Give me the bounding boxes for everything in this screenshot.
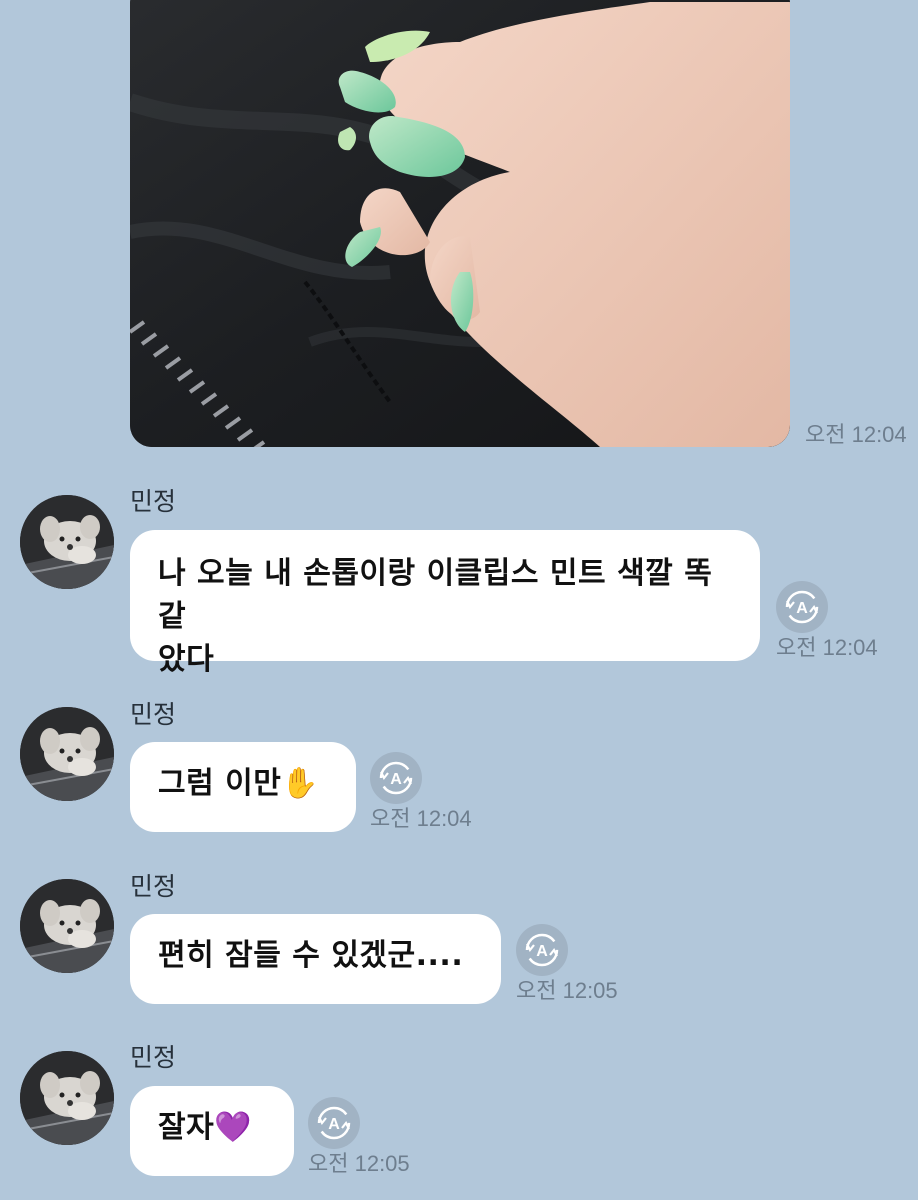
message-bubble[interactable]: 잘자💜 — [130, 1086, 294, 1176]
translate-button[interactable]: A — [516, 924, 568, 976]
message-text: 편히 잠들 수 있겠군.... — [158, 938, 464, 973]
translate-icon: A — [525, 933, 559, 967]
translate-icon: A — [317, 1106, 351, 1140]
photo-timestamp: 오전 12:04 — [805, 422, 907, 447]
translate-button[interactable]: A — [308, 1097, 360, 1149]
puppy-avatar-image — [20, 879, 114, 973]
svg-text:A: A — [390, 771, 402, 788]
puppy-avatar-image — [20, 495, 114, 589]
message-timestamp: 오전 12:04 — [370, 806, 472, 831]
sender-name: 민정 — [130, 700, 177, 729]
avatar[interactable] — [20, 707, 114, 801]
message-bubble[interactable]: 그럼 이만✋ — [130, 742, 356, 832]
translate-button[interactable]: A — [776, 581, 828, 633]
message-timestamp: 오전 12:05 — [308, 1151, 410, 1176]
sender-name: 민정 — [130, 1043, 177, 1072]
svg-text:A: A — [328, 1116, 340, 1133]
avatar[interactable] — [20, 879, 114, 973]
message-text-line2: 았다 — [158, 642, 215, 677]
svg-text:A: A — [536, 943, 548, 960]
message-bubble[interactable]: 나 오늘 내 손톱이랑 이클립스 민트 색깔 똑같 았다 — [130, 530, 760, 677]
message-bubble[interactable]: 편히 잠들 수 있겠군.... — [130, 914, 501, 1004]
puppy-avatar-image — [20, 707, 114, 801]
purple-heart-emoji-icon: 💜 — [214, 1110, 253, 1145]
sender-name: 민정 — [130, 872, 177, 901]
message-timestamp: 오전 12:05 — [516, 978, 618, 1003]
photo-image — [130, 0, 790, 447]
sender-name: 민정 — [130, 487, 177, 516]
puppy-avatar-image — [20, 1051, 114, 1145]
message-text: 그럼 이만 — [158, 766, 282, 801]
photo-message[interactable] — [130, 0, 790, 447]
message-text: 잘자 — [158, 1110, 215, 1145]
hand-emoji-icon: ✋ — [281, 766, 320, 801]
translate-icon: A — [379, 761, 413, 795]
message-timestamp: 오전 12:04 — [776, 635, 878, 660]
avatar[interactable] — [20, 495, 114, 589]
message-text-line1: 나 오늘 내 손톱이랑 이클립스 민트 색깔 똑같 — [158, 556, 713, 634]
svg-text:A: A — [796, 600, 808, 617]
avatar[interactable] — [20, 1051, 114, 1145]
translate-icon: A — [785, 590, 819, 624]
translate-button[interactable]: A — [370, 752, 422, 804]
